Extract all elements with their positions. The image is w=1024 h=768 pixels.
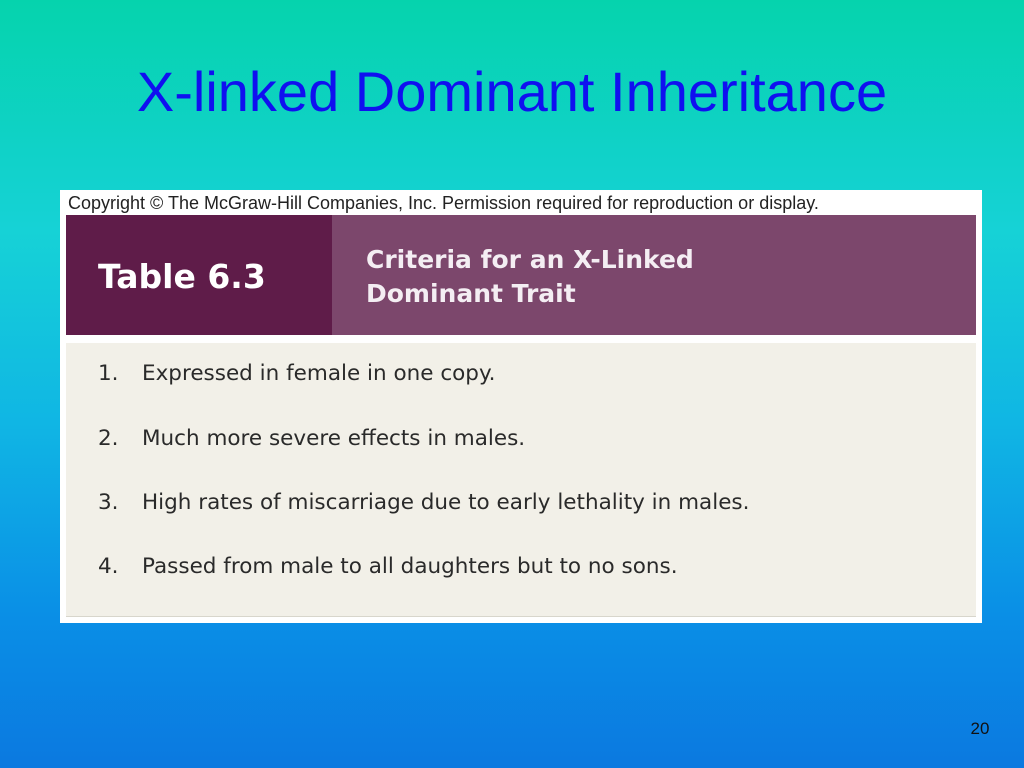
table-number-cell: Table 6.3 <box>66 215 332 335</box>
table-number: Table 6.3 <box>98 257 266 296</box>
criteria-number: 4. <box>98 554 119 579</box>
criteria-number: 3. <box>98 490 119 515</box>
table-body: 1. Expressed in female in one copy. 2. Muc… <box>66 343 976 617</box>
table-header: Table 6.3 Criteria for an X-Linked Domin… <box>66 215 976 335</box>
criteria-item: 3. High rates of miscarriage due to early… <box>98 488 749 518</box>
table-figure: Copyright © The McGraw-Hill Companies, I… <box>60 190 982 623</box>
criteria-item: 1. Expressed in female in one copy. <box>98 359 495 389</box>
criteria-number: 2. <box>98 426 119 451</box>
table-caption-line-2: Dominant Trait <box>366 279 576 308</box>
criteria-text: High rates of miscarriage due to early l… <box>142 490 750 515</box>
copyright-notice: Copyright © The McGraw-Hill Companies, I… <box>68 193 819 213</box>
criteria-item: 4. Passed from male to all daughters but … <box>98 552 678 582</box>
table-caption-line-1: Criteria for an X-Linked <box>366 245 694 274</box>
criteria-text: Passed from male to all daughters but to… <box>142 554 678 579</box>
criteria-text: Much more severe effects in males. <box>142 426 526 451</box>
criteria-text: Expressed in female in one copy. <box>142 361 496 386</box>
table-caption: Criteria for an X-Linked Dominant Trait <box>366 243 694 311</box>
slide-title: X-linked Dominant Inheritance <box>136 60 888 123</box>
slide-number: 20 <box>970 719 990 738</box>
criteria-number: 1. <box>98 361 119 386</box>
criteria-item: 2. Much more severe effects in males. <box>98 424 525 454</box>
